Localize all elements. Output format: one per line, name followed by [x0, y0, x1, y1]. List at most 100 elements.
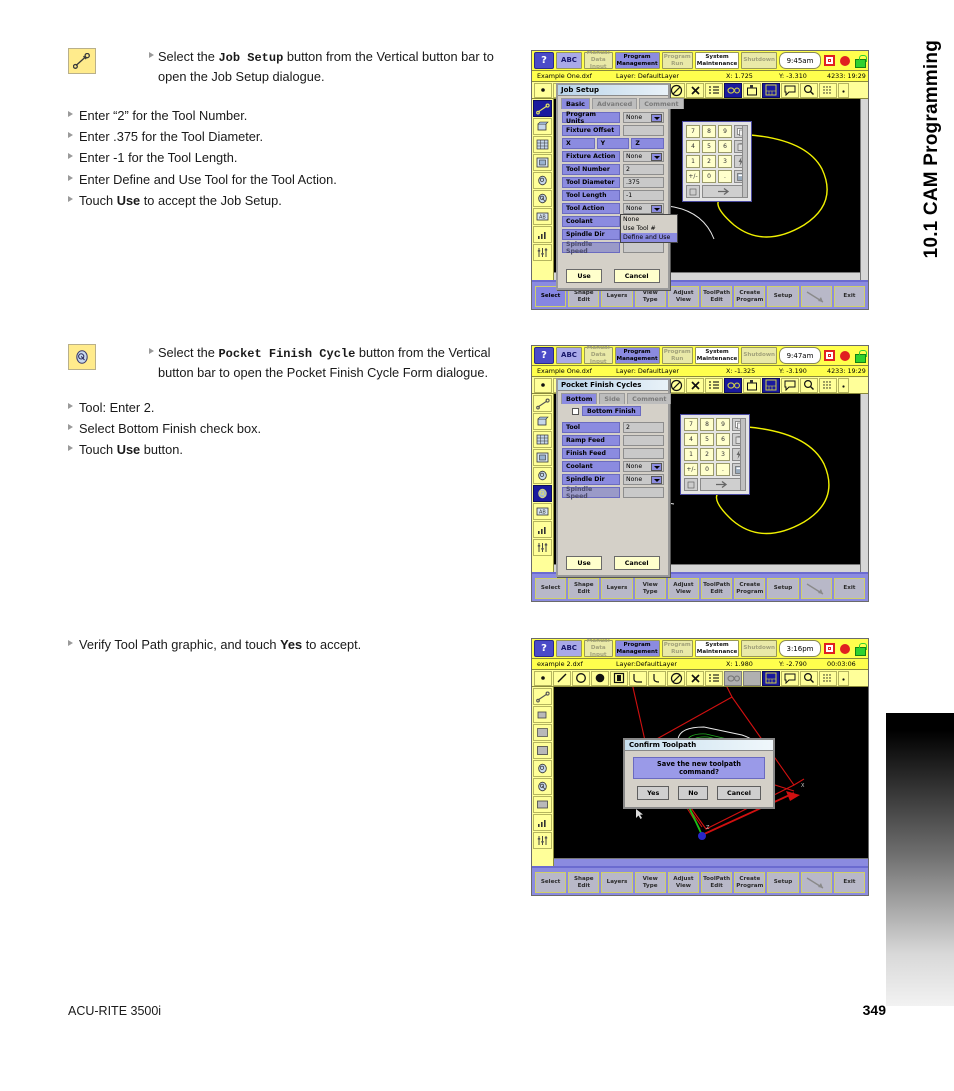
softkey-layers[interactable]: Layers	[601, 872, 633, 893]
chevron-down-icon[interactable]	[651, 476, 662, 484]
softkey-exit[interactable]: Exit	[833, 872, 866, 893]
key-7[interactable]: 7	[686, 125, 700, 138]
list-icon[interactable]	[705, 377, 723, 393]
keypad-scrollbar[interactable]	[742, 125, 748, 198]
abc-button[interactable]: ABC	[556, 347, 582, 364]
softkey-arrow-icon[interactable]	[800, 578, 832, 599]
yes-button[interactable]: Yes	[637, 786, 670, 800]
softkey-exit[interactable]: Exit	[833, 286, 866, 307]
field-tool-number[interactable]: Tool Number 2	[562, 164, 664, 175]
cancel-button[interactable]: Cancel	[717, 786, 761, 800]
toolpath-icon[interactable]	[724, 670, 742, 686]
key-7[interactable]: 7	[684, 418, 698, 431]
bottom-finish-checkbox-row[interactable]: Bottom Finish	[558, 404, 668, 419]
grid-frame-icon[interactable]	[762, 377, 780, 393]
softkey-select[interactable]: Select	[535, 578, 567, 599]
pocket-icon[interactable]	[743, 377, 761, 393]
stop-square-icon[interactable]	[823, 347, 836, 364]
dot-grid-icon[interactable]	[819, 377, 837, 393]
vtool-pocket-rough[interactable]	[533, 760, 552, 777]
circle-icon[interactable]	[572, 670, 590, 686]
dropdown-option-use-tool[interactable]: Use Tool #	[621, 224, 677, 233]
softkey-shape-edit[interactable]: Shape Edit	[568, 872, 600, 893]
field-value[interactable]: None	[623, 461, 664, 472]
delete-x-icon[interactable]	[686, 670, 704, 686]
key-0[interactable]: 0	[702, 170, 716, 183]
field-value[interactable]	[623, 125, 664, 136]
mode-program-management[interactable]: Program Management	[614, 640, 660, 657]
field-value[interactable]	[623, 435, 664, 446]
field-spindle-speed[interactable]: Spindle Speed	[562, 241, 664, 255]
field-value[interactable]: None	[623, 203, 664, 214]
tab-bottom[interactable]: Bottom	[561, 393, 598, 404]
key-2[interactable]: 2	[700, 448, 714, 461]
small-dot-icon[interactable]	[838, 670, 849, 686]
vtool-frame[interactable]	[533, 449, 552, 466]
list-icon[interactable]	[705, 670, 723, 686]
softkey-toolpath-edit[interactable]: ToolPath Edit	[701, 578, 733, 599]
vtool-engrave[interactable]: AB	[533, 503, 552, 520]
vtool-pocket-rough[interactable]	[533, 467, 552, 484]
key-8[interactable]: 8	[700, 418, 714, 431]
tab-side[interactable]: Side	[599, 393, 626, 404]
vtool-pocket-finish[interactable]	[533, 485, 552, 502]
key-decimal[interactable]: .	[718, 170, 732, 183]
vtool-settings[interactable]	[533, 832, 552, 849]
vtool-grid[interactable]	[533, 431, 552, 448]
vtool-engrave[interactable]: AB	[533, 208, 552, 225]
key-1[interactable]: 1	[684, 448, 698, 461]
vtool-settings[interactable]	[533, 244, 552, 261]
small-dot-icon[interactable]	[838, 82, 849, 98]
fillet-icon[interactable]	[629, 670, 647, 686]
small-dot-icon[interactable]	[838, 377, 849, 393]
tab-comment[interactable]: Comment	[627, 393, 672, 404]
vtool-pocket-finish[interactable]	[533, 778, 552, 795]
chevron-down-icon[interactable]	[651, 114, 662, 122]
softkey-create-program[interactable]: Create Program	[734, 578, 766, 599]
field-tool-action[interactable]: Tool Action None None Use Tool # Define …	[562, 203, 678, 243]
mode-shutdown[interactable]: Shutdown	[741, 640, 777, 657]
field-value[interactable]	[623, 448, 664, 459]
vtool-frame[interactable]	[533, 742, 552, 759]
softkey-layers[interactable]: Layers	[601, 578, 633, 599]
softkey-adjust-view[interactable]: Adjust View	[667, 286, 700, 307]
softkey-exit[interactable]: Exit	[833, 578, 866, 599]
point-icon[interactable]	[534, 377, 552, 393]
mode-shutdown[interactable]: Shutdown	[741, 52, 777, 69]
list-icon[interactable]	[705, 82, 723, 98]
dot-grid-icon[interactable]	[819, 670, 837, 686]
grid-frame-icon[interactable]	[762, 670, 780, 686]
toolpath-canvas[interactable]: A Z X Confirm Toolpath Save the new tool…	[554, 687, 868, 866]
mode-system-maintenance[interactable]: System Maintenance	[694, 52, 740, 69]
vtool-job-setup[interactable]	[533, 100, 552, 117]
mode-program-management[interactable]: Program Management	[614, 347, 660, 364]
grid-frame-icon[interactable]	[762, 82, 780, 98]
toolpath-icon[interactable]	[724, 82, 742, 98]
field-value[interactable]	[623, 242, 664, 253]
softkey-view-type[interactable]: View Type	[634, 872, 666, 893]
softkey-shape-edit[interactable]: Shape Edit	[568, 578, 600, 599]
chevron-down-icon[interactable]	[651, 153, 662, 161]
keypad-scrollbar[interactable]	[740, 418, 746, 491]
note-icon[interactable]	[781, 82, 799, 98]
key-0[interactable]: 0	[700, 463, 714, 476]
zoom-icon[interactable]	[800, 377, 818, 393]
vtool-engrave[interactable]	[533, 796, 552, 813]
mode-system-maintenance[interactable]: System Maintenance	[694, 347, 740, 364]
zoom-icon[interactable]	[800, 82, 818, 98]
field-fixture-action[interactable]: Fixture Action None	[562, 151, 664, 162]
field-value[interactable]	[623, 487, 664, 498]
no-entry-icon[interactable]	[667, 670, 685, 686]
field-spindle-speed[interactable]: Spindle Speed	[562, 486, 664, 500]
pocket-icon[interactable]	[743, 82, 761, 98]
field-tool-diameter[interactable]: Tool Diameter .375	[562, 177, 664, 188]
field-tool[interactable]: Tool 2	[562, 422, 664, 433]
softkey-setup[interactable]: Setup	[767, 578, 799, 599]
zoom-icon[interactable]	[800, 670, 818, 686]
tab-advanced[interactable]: Advanced	[591, 98, 638, 109]
vtool-face[interactable]	[533, 706, 552, 723]
field-value[interactable]: None	[623, 112, 664, 123]
arc-icon[interactable]	[648, 670, 666, 686]
pocket-icon[interactable]	[743, 670, 761, 686]
cancel-button[interactable]: Cancel	[613, 269, 660, 283]
